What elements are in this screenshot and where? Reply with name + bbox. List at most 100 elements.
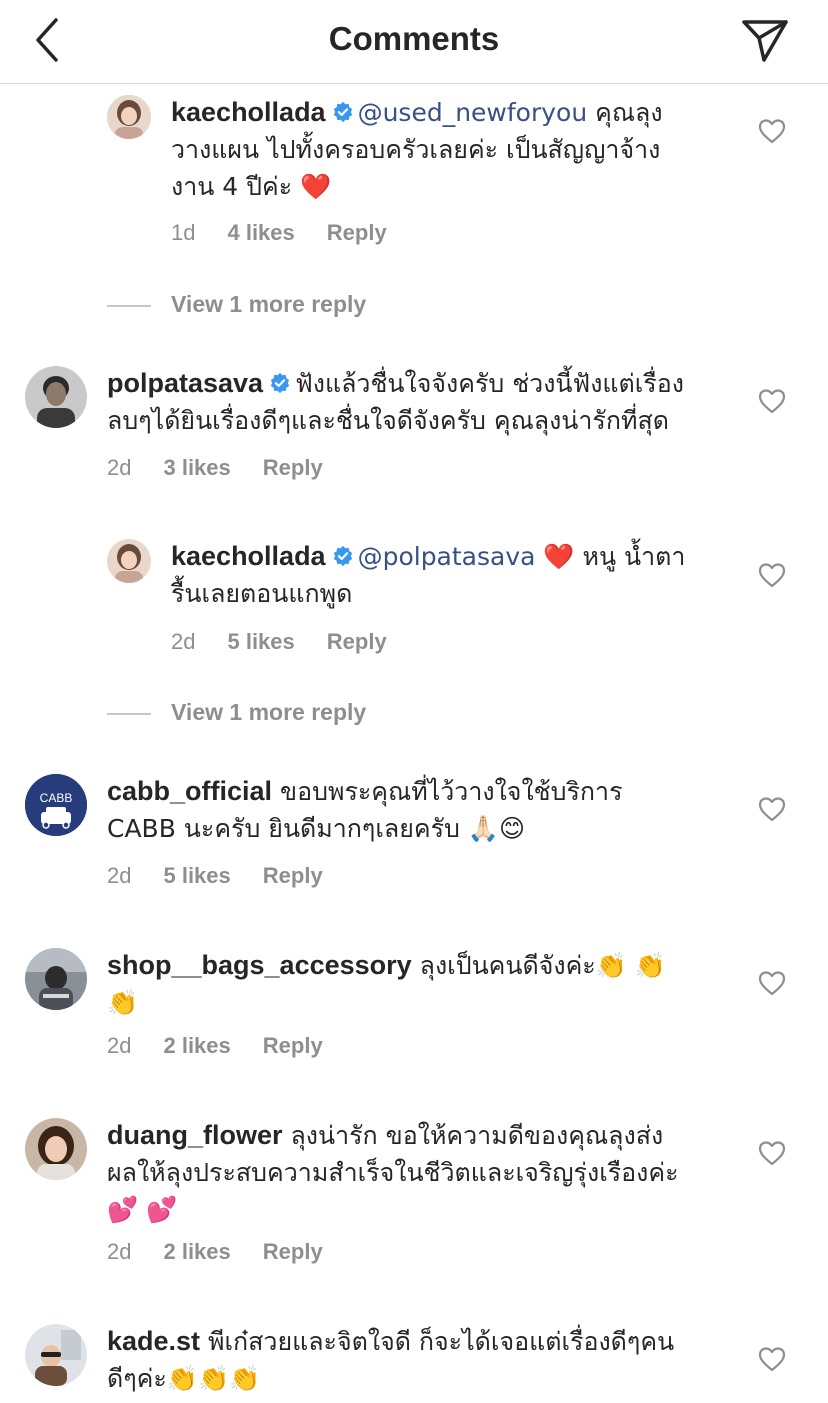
mention-link[interactable]: @polpatasava (358, 542, 536, 571)
avatar[interactable] (107, 95, 151, 139)
comment-text: CABB นะครับ ยินดีมากๆเลยครับ (107, 814, 468, 843)
comment-text: รื้นเลยตอนแกพูด (171, 579, 353, 608)
heart-outline-icon (758, 389, 786, 414)
emoji: 👏 (107, 988, 139, 1017)
verified-badge-icon (270, 372, 290, 394)
comment-body: duang_flower ลุงน่ารัก ขอให้ความดีของคุณ… (107, 1117, 747, 1228)
share-button[interactable] (738, 14, 792, 66)
heart-outline-icon (758, 971, 786, 996)
heart-outline-icon (758, 563, 786, 588)
comment-time: 2d (107, 1239, 132, 1264)
heart-outline-icon (758, 797, 786, 822)
comment-text: ขอบพระคุณที่ไว้วางใจใช้บริการ (272, 777, 623, 806)
likes-count[interactable]: 5 likes (163, 863, 230, 888)
comment-meta: 2d 5 likes Reply (107, 863, 355, 889)
comment-text: งาน 4 ปีค่ะ (171, 172, 301, 201)
like-button[interactable] (758, 388, 786, 414)
comment-time: 1d (171, 220, 196, 245)
cabb-logo-avatar: CABB (25, 774, 87, 836)
like-button[interactable] (758, 970, 786, 996)
comment-body: kade.st พีเก๋สวยและจิตใจดี ก็จะได้เจอแต่… (107, 1323, 747, 1397)
view-more-label: View 1 more reply (171, 291, 367, 317)
comment-body: kaechollada @used_newforyou คุณลุง วางแผน… (171, 94, 731, 205)
like-button[interactable] (758, 562, 786, 588)
heart-emoji: ❤️ (543, 542, 575, 571)
view-more-label: View 1 more reply (171, 699, 367, 725)
comment-meta: 2d 2 likes Reply (107, 1033, 355, 1059)
paper-plane-icon (742, 20, 788, 62)
comment-text: ผลให้ลุงประสบความสำเร็จในชีวิตและเจริญรุ… (107, 1158, 679, 1187)
emoji: 💕 💕 (107, 1195, 178, 1224)
like-button[interactable] (758, 1140, 786, 1166)
comment-username[interactable]: polpatasava (107, 368, 263, 398)
reply-button[interactable]: Reply (327, 629, 387, 654)
emoji: 🙏🏻😊 (467, 814, 526, 843)
avatar-photo (107, 95, 151, 139)
avatar-photo (25, 948, 87, 1010)
comment-time: 2d (171, 629, 196, 654)
like-button[interactable] (758, 796, 786, 822)
avatar[interactable] (25, 1118, 87, 1180)
comment-body: shop__bags_accessory ลุงเป็นคนดีจังค่ะ👏 … (107, 947, 747, 1021)
comment-text: ลบๆได้ยินเรื่องดีๆและชื่นใจดีจังครับ คุณ… (107, 406, 669, 435)
comment-time: 2d (107, 455, 132, 480)
avatar[interactable] (25, 948, 87, 1010)
verified-badge-icon (333, 101, 352, 123)
avatar[interactable]: CABB (25, 774, 87, 836)
reply-button[interactable]: Reply (263, 455, 323, 480)
emoji: 👏👏👏 (166, 1364, 261, 1393)
reply-button[interactable]: Reply (327, 220, 387, 245)
comment-text: พีเก๋สวยและจิตใจดี ก็จะได้เจอแต่เรื่องดี… (200, 1327, 675, 1356)
comment-body: kaechollada @polpatasava ❤️ หนู น้ำตา รื้… (171, 538, 731, 612)
comment-time: 2d (107, 1033, 132, 1058)
avatar[interactable] (25, 1324, 87, 1386)
reply-button[interactable]: Reply (263, 863, 323, 888)
divider (107, 305, 151, 307)
heart-outline-icon (758, 1347, 786, 1372)
likes-count[interactable]: 3 likes (163, 455, 230, 480)
likes-count[interactable]: 2 likes (163, 1033, 230, 1058)
comment-time: 2d (107, 863, 132, 888)
comment-text: คุณลุง (587, 98, 663, 127)
avatar-photo (25, 1118, 87, 1180)
comment-username[interactable]: shop__bags_accessory (107, 950, 412, 980)
divider (107, 713, 151, 715)
likes-count[interactable]: 5 likes (227, 629, 294, 654)
comment-username[interactable]: kaechollada (171, 97, 326, 127)
like-button[interactable] (758, 1346, 786, 1372)
comment-text: ฟังแล้วชื่นใจจังครับ ช่วงนี้ฟังแต่เรื่อง (295, 369, 684, 398)
avatar-photo (107, 539, 151, 583)
comment-username[interactable]: duang_flower (107, 1120, 283, 1150)
comment-username[interactable]: kaechollada (171, 541, 326, 571)
avatar-logo-text: CABB (40, 791, 73, 805)
top-bar: Comments (0, 0, 828, 84)
comment-meta: 2d 2 likes Reply (107, 1239, 355, 1265)
comment-text: ลุงน่ารัก ขอให้ความดีของคุณลุงส่ง (282, 1121, 664, 1150)
like-button[interactable] (758, 118, 786, 144)
avatar[interactable] (25, 366, 87, 428)
page-title: Comments (328, 20, 500, 57)
avatar-photo (25, 366, 87, 428)
reply-button[interactable]: Reply (263, 1239, 323, 1264)
comment-meta: 1d 4 likes Reply (171, 220, 419, 246)
reply-button[interactable]: Reply (263, 1033, 323, 1058)
likes-count[interactable]: 2 likes (163, 1239, 230, 1264)
likes-count[interactable]: 4 likes (227, 220, 294, 245)
comment-username[interactable]: cabb_official (107, 776, 272, 806)
comment-body: cabb_official ขอบพระคุณที่ไว้วางใจใช้บริ… (107, 773, 747, 847)
avatar[interactable] (107, 539, 151, 583)
comment-text: วางแผน ไปทั้งครอบครัวเลยค่ะ เป็นสัญญาจ้า… (171, 135, 661, 164)
comment-body: polpatasava ฟังแล้วชื่นใจจังครับ ช่วงนี้ฟ… (107, 365, 747, 439)
heart-emoji: ❤️ (300, 172, 332, 201)
comment-username[interactable]: kade.st (107, 1326, 200, 1356)
comment-text: ดีๆค่ะ (107, 1364, 167, 1393)
comment-text: หนู น้ำตา (574, 542, 686, 571)
avatar-photo (25, 1324, 87, 1386)
comment-meta: 2d 3 likes Reply (107, 455, 355, 481)
verified-badge-icon (333, 545, 352, 567)
mention-link[interactable]: @used_newforyou (358, 98, 588, 127)
comment-meta: 2d 5 likes Reply (171, 629, 419, 655)
emoji: 👏 👏 (595, 951, 666, 980)
heart-outline-icon (758, 1141, 786, 1166)
comment-text: ลุงเป็นคนดีจังค่ะ (411, 951, 596, 980)
